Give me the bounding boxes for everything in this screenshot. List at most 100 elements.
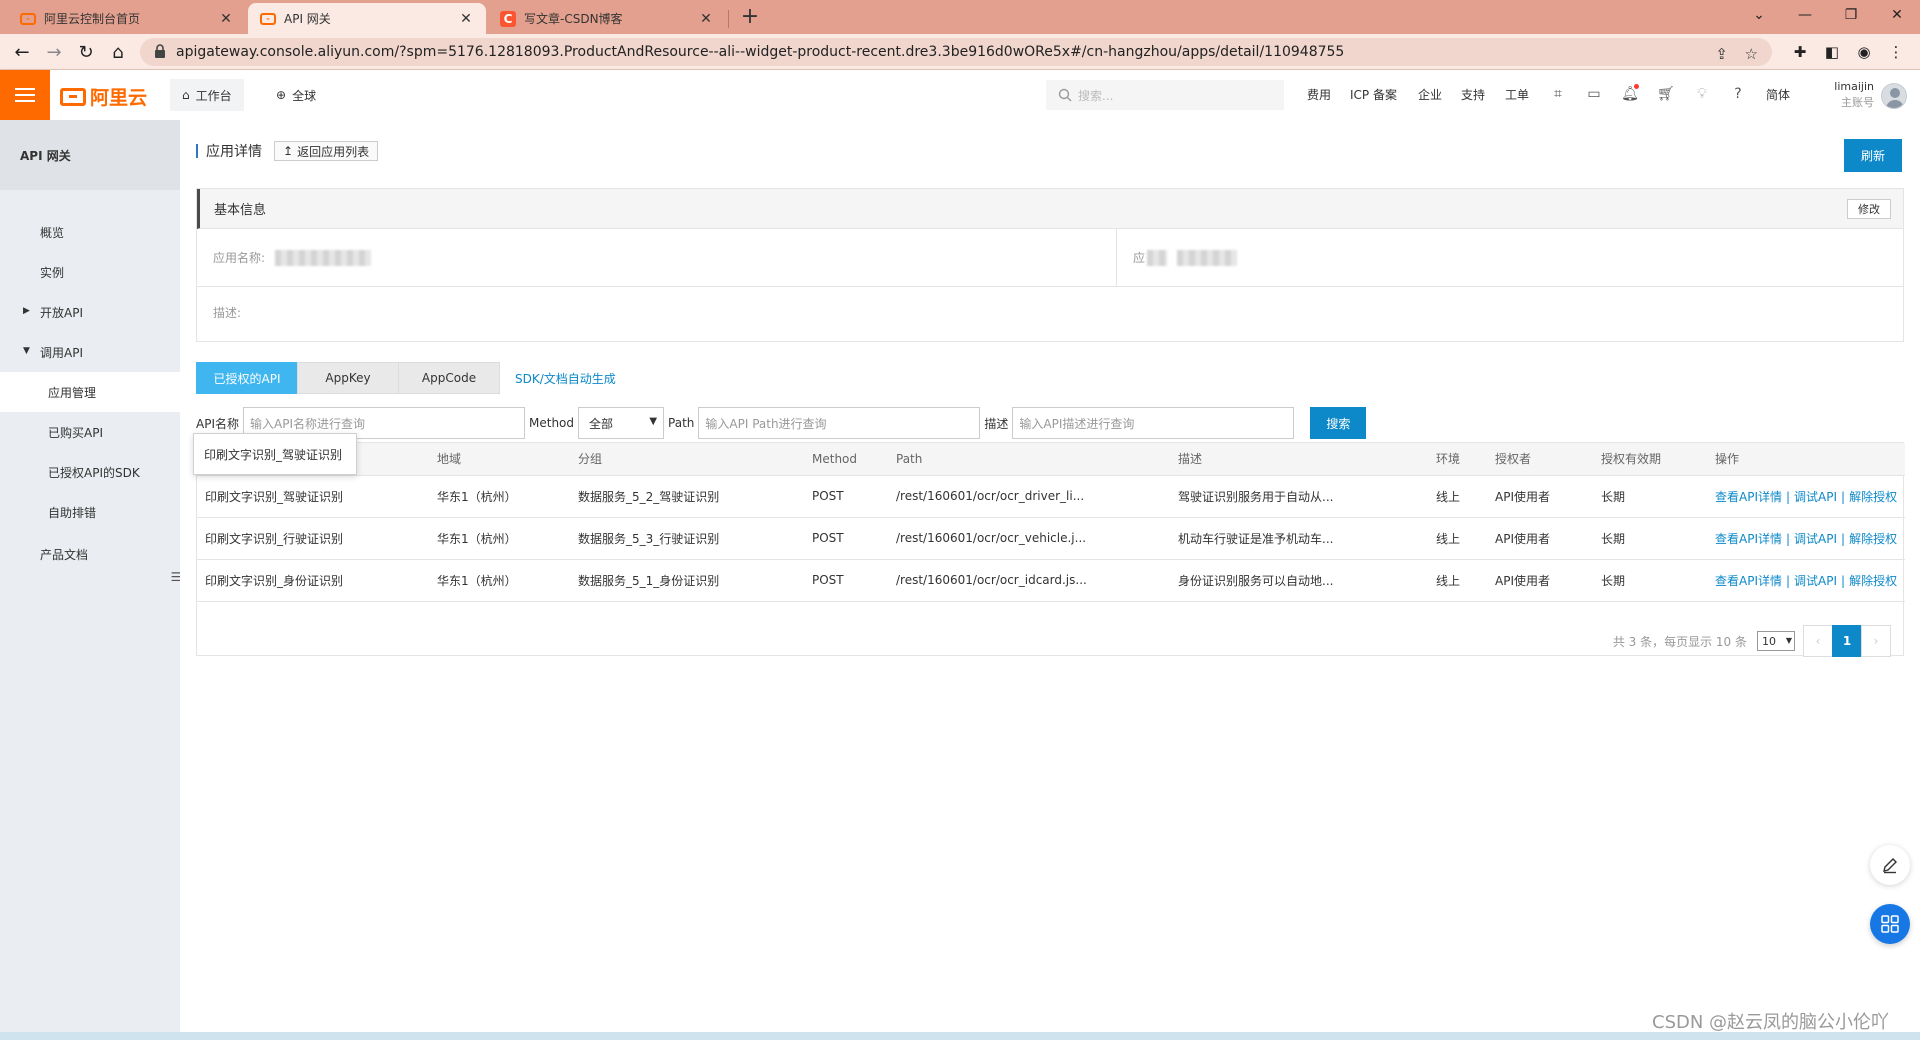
- browser-tab-aliyun-home[interactable]: - 阿里云控制台首页 ✕: [8, 3, 246, 34]
- app-id-field: 应: [1117, 229, 1238, 286]
- view-api-detail-link[interactable]: 查看API详情: [1715, 490, 1782, 504]
- new-tab-button[interactable]: +: [738, 5, 762, 29]
- method-select[interactable]: 全部 ▼: [578, 407, 665, 439]
- op-separator: |: [1786, 531, 1791, 546]
- topbar-link-enterprise[interactable]: 企业: [1418, 86, 1442, 103]
- column-header: Method: [804, 443, 888, 476]
- topbar-link-support[interactable]: 支持: [1461, 86, 1485, 103]
- chevron-down-icon: ▼: [1785, 636, 1792, 645]
- code-icon[interactable]: ⌗: [1548, 84, 1568, 104]
- search-button[interactable]: 搜索: [1310, 407, 1367, 439]
- title-accent-bar: [196, 144, 198, 158]
- sidebar-item-troubleshoot[interactable]: 自助排错: [0, 492, 180, 532]
- revoke-auth-link[interactable]: 解除授权: [1849, 574, 1897, 588]
- reload-icon[interactable]: ↻: [72, 38, 100, 66]
- logo-text: 阿里云: [90, 87, 148, 109]
- debug-api-link[interactable]: 调试API: [1794, 574, 1837, 588]
- lightbulb-icon[interactable]: 💡︎: [1692, 84, 1712, 104]
- view-api-detail-link[interactable]: 查看API详情: [1715, 574, 1782, 588]
- view-api-detail-link[interactable]: 查看API详情: [1715, 532, 1782, 546]
- topbar-link-icp[interactable]: ICP 备案: [1350, 86, 1397, 103]
- api-name-label: API名称: [196, 416, 239, 431]
- cell-method: POST: [804, 559, 888, 602]
- language-switch[interactable]: 简体: [1766, 86, 1790, 103]
- prev-page-button[interactable]: ‹: [1803, 625, 1833, 657]
- tab-appkey[interactable]: AppKey: [297, 362, 399, 394]
- edit-button[interactable]: 修改: [1847, 199, 1891, 219]
- hamburger-menu-icon[interactable]: [0, 70, 50, 120]
- sidebar-item-overview[interactable]: 概览: [0, 212, 180, 252]
- cell-group: 数据服务_5_1_身份证识别: [570, 559, 804, 602]
- page-header: 应用详情 ↥ 返回应用列表: [196, 141, 379, 161]
- next-page-button[interactable]: ›: [1861, 625, 1891, 657]
- feedback-edit-button[interactable]: [1870, 845, 1910, 885]
- profile-icon[interactable]: ◉: [1852, 40, 1876, 64]
- table-row: 印刷文字识别_身份证识别 华东1（杭州） 数据服务_5_1_身份证识别 POST…: [197, 559, 1905, 602]
- refresh-button[interactable]: 刷新: [1844, 139, 1902, 172]
- browser-tab-csdn[interactable]: C 写文章-CSDN博客 ✕: [488, 3, 726, 34]
- bookmark-star-icon[interactable]: ☆: [1745, 45, 1758, 63]
- aliyun-logo[interactable]: 阿里云: [60, 83, 147, 110]
- extensions-puzzle-icon[interactable]: ✚: [1788, 40, 1812, 64]
- avatar[interactable]: [1881, 83, 1907, 109]
- cell-grantor: API使用者: [1487, 475, 1593, 518]
- sidebar-item-purchased-api[interactable]: 已购买API: [0, 412, 180, 452]
- sidebar-item-open-api[interactable]: ▶ 开放API: [0, 292, 180, 332]
- window-close-icon[interactable]: ✕: [1874, 0, 1920, 30]
- cell-desc: 身份证识别服务可以自动地...: [1170, 559, 1428, 602]
- app-grid-button[interactable]: [1870, 904, 1910, 944]
- debug-api-link[interactable]: 调试API: [1794, 532, 1837, 546]
- bell-icon[interactable]: 🔔︎: [1620, 84, 1640, 104]
- page-size-select[interactable]: 10 ▼: [1757, 631, 1795, 651]
- sidebar-item-docs[interactable]: 产品文档: [0, 534, 180, 574]
- close-icon[interactable]: ✕: [218, 11, 234, 27]
- debug-api-link[interactable]: 调试API: [1794, 490, 1837, 504]
- close-icon[interactable]: ✕: [698, 11, 714, 27]
- cell-path: /rest/160601/ocr/ocr_driver_li...: [888, 475, 1170, 518]
- sidebar-item-call-api[interactable]: ▼ 调用API: [0, 332, 180, 372]
- region-label: 全球: [292, 88, 317, 103]
- forward-arrow-icon[interactable]: →: [40, 38, 68, 66]
- sidebar-item-instance[interactable]: 实例: [0, 252, 180, 292]
- region-selector[interactable]: ⊕ 全球: [276, 79, 316, 111]
- desc-input[interactable]: 输入API描述进行查询: [1012, 407, 1295, 439]
- sidepanel-icon[interactable]: ◧: [1820, 40, 1844, 64]
- cart-icon[interactable]: 🛒︎: [1656, 84, 1676, 104]
- topbar-link-ticket[interactable]: 工单: [1505, 86, 1529, 103]
- table-row: 印刷文字识别_驾驶证识别 华东1（杭州） 数据服务_5_2_驾驶证识别 POST…: [197, 475, 1905, 518]
- cell-grantor: API使用者: [1487, 559, 1593, 602]
- user-info[interactable]: limaijin 主账号: [1826, 79, 1874, 111]
- close-icon[interactable]: ✕: [458, 11, 474, 27]
- cell-api-name: 印刷文字识别_驾驶证识别: [197, 475, 429, 518]
- back-to-list-button[interactable]: ↥ 返回应用列表: [274, 141, 379, 161]
- revoke-auth-link[interactable]: 解除授权: [1849, 532, 1897, 546]
- authorized-api-table: 印刷文字识别_驾驶证识别 API名称 地域 分组 Method Path 描述 …: [193, 433, 1905, 657]
- help-icon[interactable]: ?: [1728, 84, 1748, 104]
- console-search-input[interactable]: 搜索...: [1046, 80, 1284, 110]
- tab-search-icon[interactable]: ⌄: [1736, 0, 1782, 30]
- revoke-auth-link[interactable]: 解除授权: [1849, 490, 1897, 504]
- address-bar[interactable]: apigateway.console.aliyun.com/?spm=5176.…: [140, 38, 1772, 66]
- page-button-1[interactable]: 1: [1832, 625, 1862, 657]
- topbar-link-billing[interactable]: 费用: [1307, 86, 1331, 103]
- browser-tab-api-gateway[interactable]: - API 网关 ✕: [248, 3, 486, 34]
- minimize-icon[interactable]: —: [1782, 0, 1828, 30]
- sidebar-item-label: 应用管理: [48, 385, 97, 400]
- tab-authorized-api[interactable]: 已授权的API: [196, 362, 298, 394]
- share-icon[interactable]: ⇪: [1715, 45, 1728, 63]
- workbench-button[interactable]: ⌂ 工作台: [170, 79, 244, 111]
- restore-icon[interactable]: ❐: [1828, 0, 1874, 30]
- back-arrow-icon[interactable]: ←: [8, 38, 36, 66]
- tab-appcode[interactable]: AppCode: [398, 362, 500, 394]
- sidebar-item-label: 实例: [40, 265, 65, 280]
- terminal-icon[interactable]: ▭: [1584, 84, 1604, 104]
- sidebar-item-app-management[interactable]: 应用管理: [0, 372, 180, 412]
- back-to-list-label: 返回应用列表: [297, 144, 370, 159]
- path-input[interactable]: 输入API Path进行查询: [698, 407, 981, 439]
- cell-ops: 查看API详情 | 调试API | 解除授权: [1707, 475, 1905, 518]
- sidebar-item-authorized-sdk[interactable]: 已授权API的SDK: [0, 452, 180, 492]
- kebab-menu-icon[interactable]: ⋮: [1884, 40, 1908, 64]
- sdk-auto-generate-link[interactable]: SDK/文档自动生成: [515, 362, 616, 394]
- cell-desc: 机动车行驶证是准予机动车...: [1170, 517, 1428, 560]
- home-icon[interactable]: ⌂: [104, 38, 132, 66]
